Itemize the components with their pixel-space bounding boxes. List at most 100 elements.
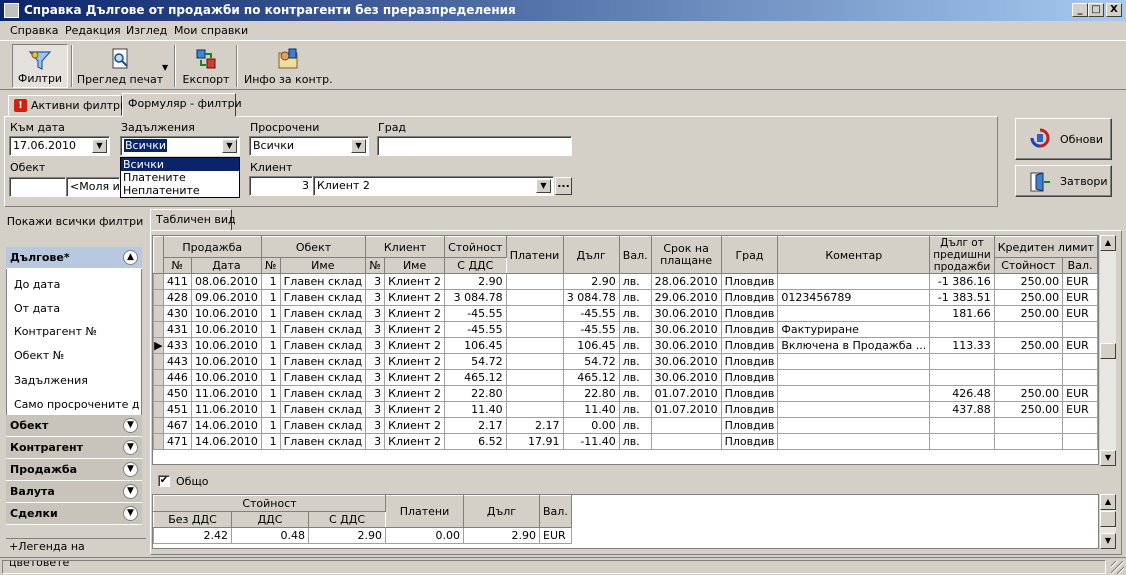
- filter-item-to-date[interactable]: До дата: [14, 278, 60, 291]
- row-paid[interactable]: [505, 273, 564, 290]
- row-client-no[interactable]: 3: [365, 385, 386, 402]
- row-prev-debt[interactable]: [929, 417, 995, 434]
- row-due-date[interactable]: 30.06.2010: [650, 337, 722, 354]
- row-due-date[interactable]: 30.06.2010: [650, 353, 722, 370]
- row-city[interactable]: Пловдив: [720, 273, 779, 290]
- row-sale-date[interactable]: 08.06.2010: [190, 273, 262, 290]
- row-city[interactable]: Пловдив: [720, 369, 779, 386]
- group-object[interactable]: Обект ▼: [6, 415, 142, 437]
- col-due-date[interactable]: Срок на плащане: [650, 236, 722, 274]
- obligations-select[interactable]: Всички ▼: [120, 136, 240, 156]
- row-client-name[interactable]: Клиент 2: [384, 289, 446, 306]
- obligations-dropdown-icon[interactable]: ▼: [222, 139, 237, 153]
- row-city[interactable]: Пловдив: [720, 433, 779, 450]
- row-sale-date[interactable]: 11.06.2010: [190, 385, 262, 402]
- col-object-no[interactable]: №: [260, 257, 281, 274]
- row-prev-debt[interactable]: 426.48: [929, 385, 995, 402]
- row-city[interactable]: Пловдив: [720, 401, 779, 418]
- row-sale-date[interactable]: 10.06.2010: [190, 321, 262, 338]
- client-code-input[interactable]: 3: [249, 176, 313, 196]
- client-dropdown-icon[interactable]: ▼: [536, 179, 551, 193]
- row-object-no[interactable]: 1: [260, 305, 281, 322]
- scroll-down-icon[interactable]: ▼: [1100, 450, 1116, 466]
- row-sale-date[interactable]: 14.06.2010: [190, 433, 262, 450]
- row-debt[interactable]: 11.40: [562, 401, 620, 418]
- row-value[interactable]: 11.40: [444, 401, 507, 418]
- row-object-name[interactable]: Главен склад: [279, 401, 367, 418]
- row-credit-currency[interactable]: [1062, 433, 1098, 450]
- row-prev-debt[interactable]: [929, 369, 995, 386]
- group-deals[interactable]: Сделки ▼: [6, 503, 142, 525]
- row-debt[interactable]: 3 084.78: [562, 289, 620, 306]
- row-credit-currency[interactable]: EUR: [1062, 289, 1098, 306]
- tab-form-filters[interactable]: Формуляр - филтри: [122, 93, 242, 117]
- row-client-name[interactable]: Клиент 2: [384, 337, 446, 354]
- row-prev-debt[interactable]: -1 386.16: [929, 273, 995, 290]
- table-row[interactable]: 431 10.06.2010 1 Главен склад 3 Клиент 2 -45.5…: [153, 321, 1098, 338]
- row-comment[interactable]: [777, 369, 931, 386]
- col-value[interactable]: Стойност: [444, 236, 507, 258]
- row-debt[interactable]: 2.90: [562, 273, 620, 290]
- row-paid[interactable]: [505, 321, 564, 338]
- row-selector[interactable]: [153, 401, 164, 418]
- row-due-date[interactable]: 30.06.2010: [650, 321, 722, 338]
- row-client-no[interactable]: 3: [365, 337, 386, 354]
- row-client-name[interactable]: Клиент 2: [384, 305, 446, 322]
- overdue-dropdown-icon[interactable]: ▼: [351, 139, 366, 153]
- row-credit-limit[interactable]: [993, 353, 1064, 370]
- col-client-no[interactable]: №: [365, 257, 386, 274]
- row-client-name[interactable]: Клиент 2: [384, 369, 446, 386]
- row-value[interactable]: 3 084.78: [444, 289, 507, 306]
- row-sale-date[interactable]: 10.06.2010: [190, 337, 262, 354]
- group-debts[interactable]: Дългове* ▲: [6, 247, 142, 269]
- row-value[interactable]: 465.12: [444, 369, 507, 386]
- row-selector[interactable]: [153, 321, 164, 338]
- col-sale-no[interactable]: №: [162, 257, 192, 274]
- group-client[interactable]: Контрагент ▼: [6, 437, 142, 459]
- row-client-no[interactable]: 3: [365, 273, 386, 290]
- row-client-no[interactable]: 3: [365, 369, 386, 386]
- row-client-name[interactable]: Клиент 2: [384, 353, 446, 370]
- row-credit-currency[interactable]: EUR: [1062, 305, 1098, 322]
- row-city[interactable]: Пловдив: [720, 289, 779, 306]
- resize-grip-icon[interactable]: [1111, 561, 1124, 574]
- row-credit-currency[interactable]: EUR: [1062, 337, 1098, 354]
- row-object-no[interactable]: 1: [260, 385, 281, 402]
- row-city[interactable]: Пловдив: [720, 385, 779, 402]
- row-debt[interactable]: -45.55: [562, 321, 620, 338]
- table-row[interactable]: 471 14.06.2010 1 Главен склад 3 Клиент 2 6.52 1…: [153, 433, 1098, 450]
- total-checkbox[interactable]: ✔: [158, 475, 170, 487]
- table-row[interactable]: 446 10.06.2010 1 Главен склад 3 Клиент 2 465.1…: [153, 369, 1098, 386]
- row-comment[interactable]: [777, 305, 931, 322]
- col-client-name[interactable]: Име: [384, 257, 446, 274]
- row-credit-limit[interactable]: 250.00: [993, 305, 1064, 322]
- row-client-no[interactable]: 3: [365, 353, 386, 370]
- row-currency[interactable]: лв.: [618, 417, 652, 434]
- filters-button[interactable]: Филтри: [12, 44, 68, 88]
- row-object-name[interactable]: Главен склад: [279, 433, 367, 450]
- row-due-date[interactable]: 01.07.2010: [650, 385, 722, 402]
- row-sale-date[interactable]: 09.06.2010: [190, 289, 262, 306]
- row-client-no[interactable]: 3: [365, 417, 386, 434]
- row-sale-no[interactable]: 430: [162, 305, 192, 322]
- row-value[interactable]: 2.90: [444, 273, 507, 290]
- row-selector[interactable]: [153, 353, 164, 370]
- row-sale-no[interactable]: 467: [162, 417, 192, 434]
- chevron-down-icon[interactable]: ▼: [123, 506, 138, 521]
- row-credit-currency[interactable]: [1062, 417, 1098, 434]
- row-prev-debt[interactable]: 181.66: [929, 305, 995, 322]
- col-prev-debt[interactable]: Дълг от предишни продажби: [929, 236, 995, 274]
- row-prev-debt[interactable]: [929, 321, 995, 338]
- row-credit-currency[interactable]: EUR: [1062, 273, 1098, 290]
- close-button[interactable]: Затвори: [1015, 165, 1112, 197]
- row-value[interactable]: 6.52: [444, 433, 507, 450]
- scroll-thumb[interactable]: [1100, 343, 1116, 359]
- totals-col-paid[interactable]: Платени: [385, 495, 464, 528]
- object-code-input[interactable]: [9, 177, 66, 197]
- row-sale-no[interactable]: 428: [162, 289, 192, 306]
- row-comment[interactable]: [777, 353, 931, 370]
- row-paid[interactable]: [505, 337, 564, 354]
- row-credit-limit[interactable]: 250.00: [993, 401, 1064, 418]
- row-client-name[interactable]: Клиент 2: [384, 321, 446, 338]
- row-comment[interactable]: [777, 401, 931, 418]
